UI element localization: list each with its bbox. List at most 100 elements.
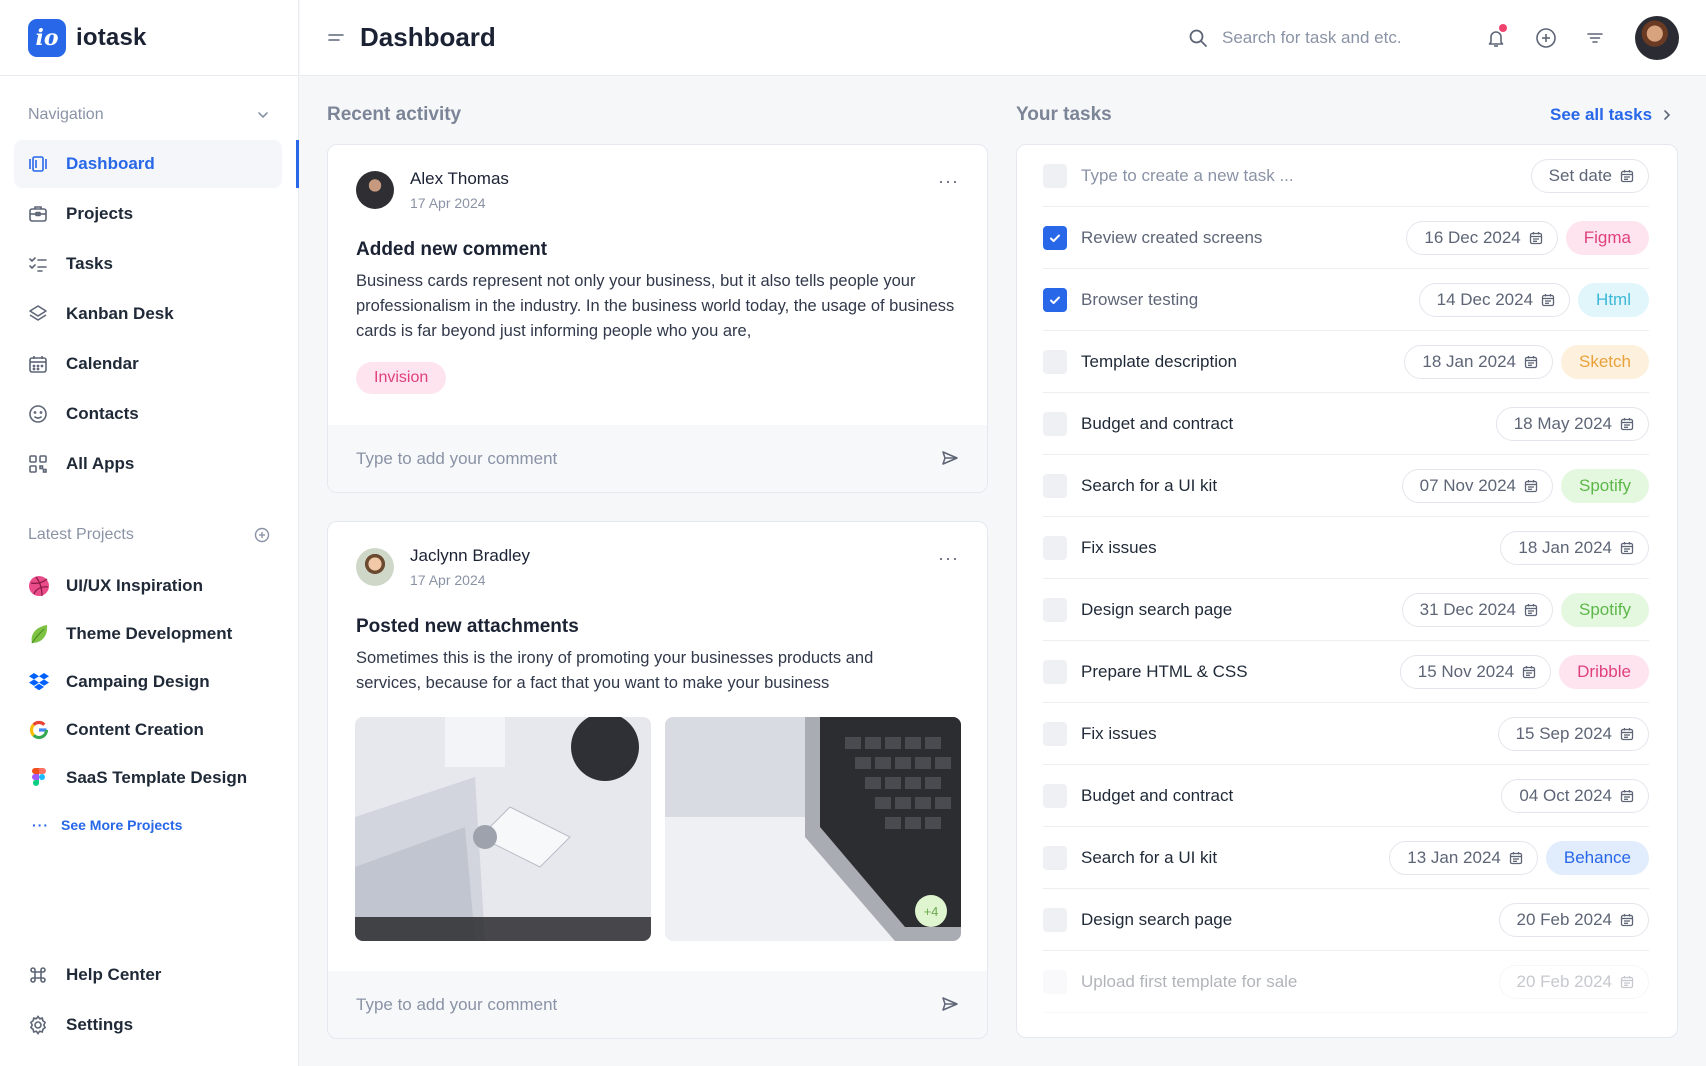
task-checkbox[interactable] (1043, 907, 1067, 932)
attachment-image[interactable] (355, 717, 651, 941)
more-options-icon[interactable]: ··· (938, 548, 959, 569)
task-date-button[interactable]: 15 Sep 2024 (1497, 716, 1649, 751)
task-date-button[interactable]: 18 Jan 2024 (1500, 530, 1649, 565)
task-date-button[interactable]: 20 Feb 2024 (1498, 902, 1649, 937)
comment-input[interactable] (356, 994, 916, 1015)
tag-badge[interactable]: Invision (356, 362, 447, 394)
task-label: Budget and contract (1081, 413, 1234, 433)
add-circle-icon[interactable] (254, 527, 270, 543)
task-checkbox[interactable] (1043, 721, 1067, 746)
task-row[interactable]: Design search page 20 Feb 2024 (1043, 889, 1649, 951)
project-item-ui-ux-inspiration[interactable]: UI/UX Inspiration (0, 562, 298, 610)
author-name[interactable]: Jaclynn Bradley (410, 546, 530, 566)
task-row[interactable]: Fix issues 15 Sep 2024 (1043, 703, 1649, 765)
task-row[interactable]: Prepare HTML & CSS 15 Nov 2024 Dribble (1043, 641, 1649, 703)
filter-button[interactable] (1583, 26, 1607, 50)
task-tag-badge[interactable]: Sketch (1561, 344, 1649, 379)
chevron-down-icon[interactable] (256, 108, 270, 122)
task-checkbox[interactable] (1043, 969, 1067, 994)
sidebar-item-all-apps[interactable]: All Apps (14, 440, 282, 488)
task-checkbox[interactable] (1043, 225, 1067, 250)
task-row[interactable]: Fix issues 18 Jan 2024 (1043, 517, 1649, 579)
task-date-button[interactable]: 07 Nov 2024 (1401, 468, 1554, 503)
more-attachments-badge[interactable]: +4 (915, 895, 947, 927)
send-icon[interactable] (941, 995, 959, 1013)
calendar-icon (1620, 541, 1634, 555)
task-row[interactable]: Browser testing 14 Dec 2024 Html (1043, 269, 1649, 331)
task-checkbox[interactable] (1043, 349, 1067, 374)
see-all-tasks-link[interactable]: See all tasks (1550, 105, 1672, 125)
task-checkbox[interactable] (1043, 411, 1067, 436)
task-row[interactable]: Review created screens 16 Dec 2024 Figma (1043, 207, 1649, 269)
navigation-section-header[interactable]: Navigation (0, 98, 298, 132)
attachment-image[interactable]: +4 (665, 717, 961, 941)
task-date-button[interactable]: 18 May 2024 (1495, 406, 1649, 441)
task-tag-badge[interactable]: Spotify (1561, 592, 1649, 627)
add-button[interactable] (1534, 26, 1558, 50)
task-date: 18 Jan 2024 (1518, 537, 1612, 557)
task-checkbox[interactable] (1043, 659, 1067, 684)
task-checkbox[interactable] (1043, 845, 1067, 870)
brand-name[interactable]: iotask (76, 24, 147, 52)
search-input[interactable] (1222, 28, 1472, 48)
sidebar-item-dashboard[interactable]: Dashboard (14, 140, 299, 188)
user-avatar[interactable] (1635, 16, 1679, 60)
task-tag-badge[interactable]: Figma (1565, 220, 1649, 255)
project-item-campaing-design[interactable]: Campaing Design (0, 658, 298, 706)
author-avatar[interactable] (356, 548, 394, 586)
task-checkbox[interactable] (1043, 473, 1067, 498)
sidebar-item-settings[interactable]: Settings (0, 1000, 298, 1050)
task-row[interactable]: Search for a UI kit 13 Jan 2024 Behance (1043, 827, 1649, 889)
task-tag-badge[interactable]: Spotify (1561, 468, 1649, 503)
task-row[interactable]: Design search page 31 Dec 2024 Spotify (1043, 579, 1649, 641)
project-item-theme-development[interactable]: Theme Development (0, 610, 298, 658)
dribbble-icon (28, 575, 50, 597)
task-checkbox[interactable] (1043, 287, 1067, 312)
task-checkbox[interactable] (1043, 597, 1067, 622)
brand-logo[interactable]: io (28, 18, 66, 57)
project-item-content-creation[interactable]: Content Creation (0, 706, 298, 754)
task-date-button[interactable]: 14 Dec 2024 (1418, 282, 1571, 317)
sidebar-item-tasks[interactable]: Tasks (14, 240, 282, 288)
task-date-button[interactable]: 20 Feb 2024 (1498, 964, 1649, 999)
author-name[interactable]: Alex Thomas (410, 169, 509, 189)
task-row[interactable]: Upload first template for sale 20 Feb 202… (1043, 951, 1649, 1013)
new-task-input[interactable] (1081, 165, 1531, 186)
task-date-button[interactable]: 16 Dec 2024 (1406, 220, 1558, 255)
post-header: Jaclynn Bradley 17 Apr 2024 (356, 546, 530, 588)
author-avatar[interactable] (356, 171, 394, 209)
project-item-saas-template-design[interactable]: SaaS Template Design (0, 754, 298, 802)
calendar-icon (1620, 417, 1634, 431)
sidebar-item-projects[interactable]: Projects (14, 190, 282, 238)
smile-icon (28, 404, 48, 424)
task-row[interactable]: Budget and contract 18 May 2024 (1043, 393, 1649, 455)
task-row[interactable]: Budget and contract 04 Oct 2024 (1043, 765, 1649, 827)
task-date-button[interactable]: 18 Jan 2024 (1404, 344, 1554, 379)
new-task-checkbox[interactable] (1043, 163, 1067, 188)
apps-grid-icon (28, 454, 48, 474)
task-tag-badge[interactable]: Html (1578, 282, 1649, 317)
task-tag-badge[interactable]: Behance (1545, 840, 1649, 875)
comment-input[interactable] (356, 448, 916, 469)
sidebar-item-contacts[interactable]: Contacts (14, 390, 282, 438)
task-checkbox[interactable] (1043, 535, 1067, 560)
sidebar-item-calendar[interactable]: Calendar (14, 340, 282, 388)
task-date-button[interactable]: 13 Jan 2024 (1389, 840, 1538, 875)
send-icon[interactable] (941, 449, 959, 467)
task-date: 20 Feb 2024 (1516, 971, 1612, 991)
more-options-icon[interactable]: ··· (938, 171, 959, 192)
task-date-button[interactable]: 15 Nov 2024 (1399, 654, 1552, 689)
task-row[interactable]: Search for a UI kit 07 Nov 2024 Spotify (1043, 455, 1649, 517)
sidebar-item-kanban-desk[interactable]: Kanban Desk (14, 290, 282, 338)
sidebar-item-help-center[interactable]: Help Center (0, 950, 298, 1000)
menu-toggle-icon[interactable] (326, 28, 346, 48)
notifications-button[interactable] (1484, 24, 1508, 50)
task-row[interactable]: Template description 18 Jan 2024 Sketch (1043, 331, 1649, 393)
task-tag-badge[interactable]: Dribble (1559, 654, 1649, 689)
task-date-button[interactable]: 31 Dec 2024 (1401, 592, 1554, 627)
task-date-button[interactable]: 04 Oct 2024 (1501, 778, 1649, 813)
sidebar-item-label: Projects (66, 204, 134, 223)
see-more-projects-link[interactable]: ··· See More Projects (0, 810, 298, 840)
set-date-button[interactable]: Set date (1530, 158, 1649, 193)
task-checkbox[interactable] (1043, 783, 1067, 808)
